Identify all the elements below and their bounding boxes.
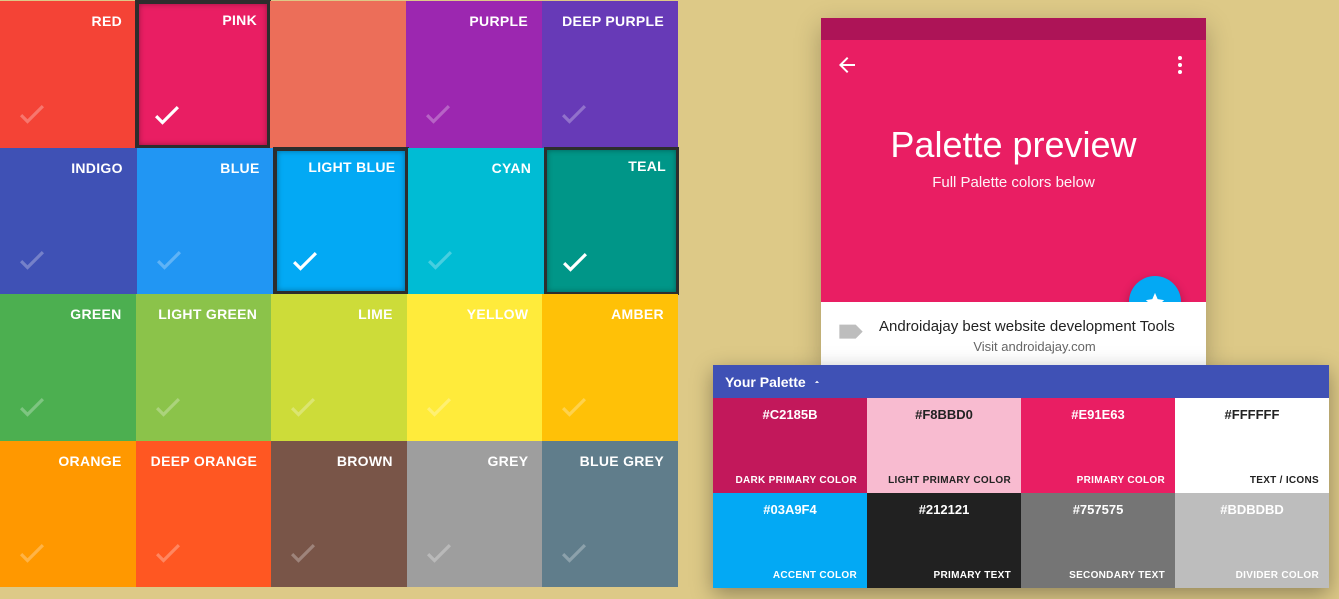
- palette-cell-divider-color[interactable]: #BDBDBD DIVIDER COLOR: [1175, 493, 1329, 588]
- check-icon: [556, 95, 592, 136]
- swatch-label: BLUE: [141, 160, 260, 176]
- swatch-label: TEAL: [547, 158, 666, 174]
- palette-hex: #C2185B: [713, 407, 867, 422]
- check-icon: [150, 534, 186, 575]
- palette-hex: #757575: [1021, 502, 1175, 517]
- palette-role: DIVIDER COLOR: [1236, 570, 1319, 581]
- palette-cell-text-icons[interactable]: #FFFFFF TEXT / ICONS: [1175, 398, 1329, 493]
- swatch-blue[interactable]: BLUE: [137, 148, 274, 295]
- check-icon: [420, 95, 456, 136]
- palette-cell-primary-text[interactable]: #212121 PRIMARY TEXT: [867, 493, 1021, 588]
- check-icon: [556, 534, 592, 575]
- color-swatch-grid: RED PINK PURPLE DEEP PURPLE INDIGO BLUE LIGHT …: [0, 1, 678, 587]
- palette-cell-accent-color[interactable]: #03A9F4 ACCENT COLOR: [713, 493, 867, 588]
- swatch-label: INDIGO: [4, 160, 123, 176]
- swatch-teal[interactable]: TEAL: [544, 147, 679, 296]
- check-icon: [557, 243, 593, 284]
- check-icon: [149, 96, 185, 137]
- palette-hex: #212121: [867, 502, 1021, 517]
- check-icon: [14, 241, 50, 282]
- palette-role: SECONDARY TEXT: [1069, 570, 1165, 581]
- card-subtitle-text: Visit androidajay.com: [879, 339, 1190, 354]
- check-icon: [421, 534, 457, 575]
- swatch-blue-grey[interactable]: BLUE GREY: [542, 441, 678, 588]
- swatch-amber[interactable]: AMBER: [542, 294, 678, 441]
- palette-hex: #03A9F4: [713, 502, 867, 517]
- palette-hex: #E91E63: [1021, 407, 1175, 422]
- status-bar: [821, 18, 1206, 40]
- swatch-label: PURPLE: [410, 13, 528, 29]
- swatch-deep-purple[interactable]: DEEP PURPLE: [542, 1, 678, 148]
- app-bar: Palette preview Full Palette colors belo…: [821, 40, 1206, 302]
- check-icon: [285, 388, 321, 429]
- check-icon: [14, 534, 50, 575]
- card-title-text: Androidajay best website development Too…: [879, 318, 1190, 335]
- palette-cell-dark-primary-color[interactable]: #C2185B DARK PRIMARY COLOR: [713, 398, 867, 493]
- swatch-green[interactable]: GREEN: [0, 294, 136, 441]
- check-icon: [287, 242, 323, 283]
- swatch-yellow[interactable]: YELLOW: [407, 294, 543, 441]
- palette-role: PRIMARY COLOR: [1077, 475, 1165, 486]
- swatch-label: RED: [4, 13, 122, 29]
- check-icon: [150, 388, 186, 429]
- swatch-label: LIGHT BLUE: [277, 159, 396, 175]
- swatch-lime[interactable]: LIME: [271, 294, 407, 441]
- palette-cell-primary-color[interactable]: #E91E63 PRIMARY COLOR: [1021, 398, 1175, 493]
- your-palette-panel: Your Palette #C2185B DARK PRIMARY COLOR #F…: [713, 365, 1329, 588]
- palette-role: TEXT / ICONS: [1250, 475, 1319, 486]
- palette-role: PRIMARY TEXT: [934, 570, 1012, 581]
- swatch-light-blue[interactable]: LIGHT BLUE: [273, 147, 410, 296]
- swatch-label: AMBER: [546, 306, 664, 322]
- tag-icon: [837, 320, 865, 340]
- check-icon: [14, 388, 50, 429]
- swatch-label: LIGHT GREEN: [140, 306, 258, 322]
- palette-role: DARK PRIMARY COLOR: [735, 475, 857, 486]
- swatch-label: CYAN: [412, 160, 531, 176]
- check-icon: [285, 534, 321, 575]
- swatch-light-green[interactable]: LIGHT GREEN: [136, 294, 272, 441]
- preview-subtitle: Full Palette colors below: [821, 174, 1206, 191]
- check-icon: [151, 241, 187, 282]
- check-icon: [422, 241, 458, 282]
- swatch-label: BROWN: [275, 453, 393, 469]
- swatch-pattern[interactable]: [270, 1, 406, 148]
- check-icon: [556, 388, 592, 429]
- check-icon: [421, 388, 457, 429]
- swatch-deep-orange[interactable]: DEEP ORANGE: [136, 441, 272, 588]
- swatch-label: BLUE GREY: [546, 453, 664, 469]
- palette-hex: #BDBDBD: [1175, 502, 1329, 517]
- palette-preview-card: Palette preview Full Palette colors belo…: [821, 18, 1206, 366]
- swatch-label: DEEP PURPLE: [546, 13, 664, 29]
- swatch-brown[interactable]: BROWN: [271, 441, 407, 588]
- preview-title: Palette preview: [821, 124, 1206, 166]
- chevron-up-icon: [812, 374, 822, 390]
- back-arrow-icon[interactable]: [835, 53, 859, 82]
- swatch-label: GREEN: [4, 306, 122, 322]
- palette-role: ACCENT COLOR: [773, 570, 857, 581]
- swatch-cyan[interactable]: CYAN: [408, 148, 545, 295]
- swatch-indigo[interactable]: INDIGO: [0, 148, 137, 295]
- swatch-pink[interactable]: PINK: [135, 0, 271, 149]
- preview-content-card: Androidajay best website development Too…: [821, 302, 1206, 366]
- swatch-purple[interactable]: PURPLE: [406, 1, 542, 148]
- swatch-orange[interactable]: ORANGE: [0, 441, 136, 588]
- palette-hex: #F8BBD0: [867, 407, 1021, 422]
- swatch-label: PINK: [139, 12, 257, 28]
- swatch-label: LIME: [275, 306, 393, 322]
- swatch-grey[interactable]: GREY: [407, 441, 543, 588]
- palette-cell-secondary-text[interactable]: #757575 SECONDARY TEXT: [1021, 493, 1175, 588]
- swatch-label: ORANGE: [4, 453, 122, 469]
- palette-hex: #FFFFFF: [1175, 407, 1329, 422]
- swatch-red[interactable]: RED: [0, 1, 136, 148]
- swatch-label: YELLOW: [411, 306, 529, 322]
- palette-role: LIGHT PRIMARY COLOR: [888, 475, 1011, 486]
- palette-cell-light-primary-color[interactable]: #F8BBD0 LIGHT PRIMARY COLOR: [867, 398, 1021, 493]
- check-icon: [14, 95, 50, 136]
- panel-header[interactable]: Your Palette: [713, 365, 1329, 398]
- palette-cell-container: #C2185B DARK PRIMARY COLOR #F8BBD0 LIGHT PR…: [713, 398, 1329, 588]
- swatch-label: DEEP ORANGE: [140, 453, 258, 469]
- panel-title: Your Palette: [725, 374, 806, 390]
- more-vert-icon[interactable]: [1168, 53, 1192, 82]
- swatch-label: GREY: [411, 453, 529, 469]
